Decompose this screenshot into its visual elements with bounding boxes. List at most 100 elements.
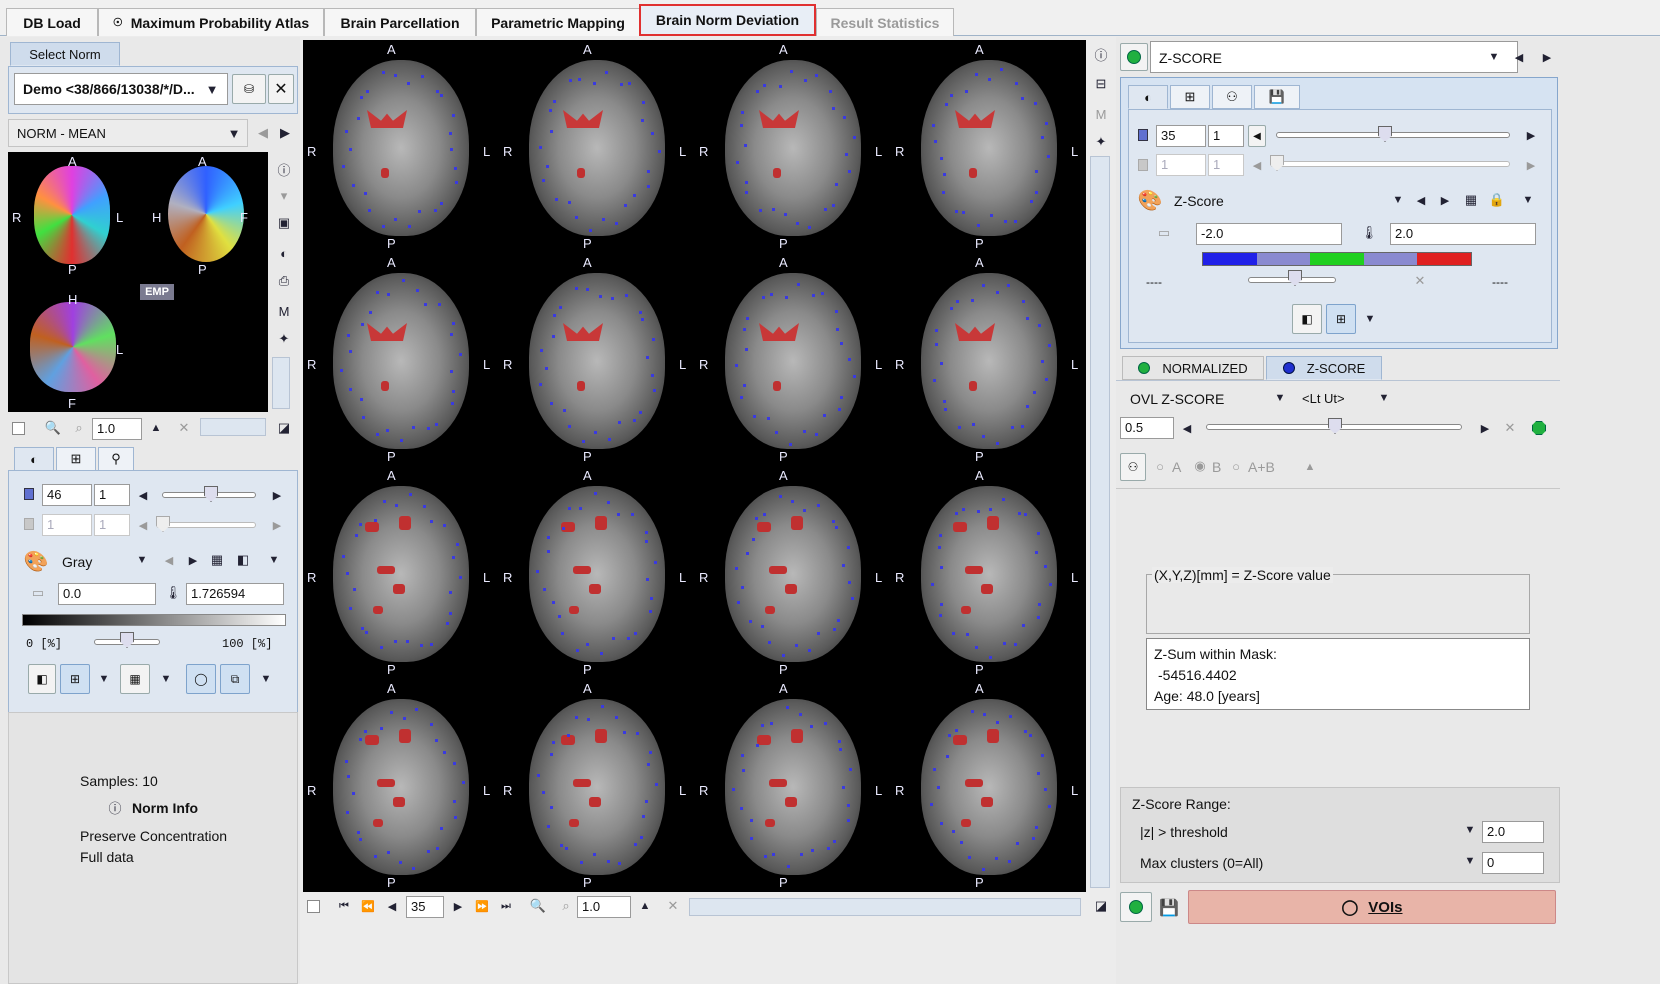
tab-layout-settings[interactable]: ⊞ [56, 447, 96, 471]
zoom-in-icon[interactable]: 🔍 [529, 897, 547, 915]
zoom-out-icon[interactable]: ⌕ [70, 419, 88, 437]
radio-a[interactable]: ○ [1152, 458, 1168, 474]
ovl-opacity-field[interactable]: 0.5 [1120, 417, 1174, 439]
chevron-down-icon[interactable]: ▼ [158, 671, 174, 687]
previous-arrow-icon[interactable]: ◀ [1512, 49, 1526, 65]
info-icon[interactable]: ⓘ [1090, 44, 1112, 64]
zoom-up-icon[interactable]: ▲ [637, 898, 653, 914]
slice-tile[interactable]: A P R L [891, 253, 1087, 466]
first-slice-icon[interactable]: ⏮ [337, 898, 351, 914]
previous-slice-icon[interactable]: ◀ [385, 898, 399, 914]
chevron-down-icon[interactable]: ▼ [1390, 192, 1406, 208]
slice-mosaic-viewer[interactable]: APRLAPRLAPRLAPRLAPRLAPRLAPRLAPRLAPRLAPRL… [303, 40, 1086, 892]
flip-button[interactable]: ◧ [28, 664, 56, 694]
next-slice-icon[interactable]: ▶ [451, 898, 465, 914]
horizontal-scrollbar[interactable] [200, 418, 266, 436]
tab-save-settings[interactable]: 💾 [1254, 85, 1300, 109]
slice-tile[interactable]: A P R L [695, 466, 891, 679]
slice-tile[interactable]: A P R L [891, 466, 1087, 679]
info-icon[interactable]: ⓘ [274, 159, 294, 179]
step-field[interactable]: 1 [94, 484, 130, 506]
chevron-down-icon[interactable]: ▼ [258, 671, 274, 687]
zoom-field[interactable]: 1.0 [92, 418, 142, 440]
previous-icon[interactable]: ◀ [1180, 420, 1194, 436]
slice-slider[interactable] [1276, 132, 1510, 138]
slice-tile[interactable]: A P R L [891, 679, 1087, 892]
lock-min-icon[interactable]: ▭ [28, 585, 48, 601]
next-arrow-icon[interactable]: ▶ [278, 125, 292, 141]
last-slice-icon[interactable]: ⏭ [499, 898, 513, 914]
previous-colormap-icon[interactable]: ◀ [162, 552, 176, 568]
thermometer-icon[interactable]: 🌡 [164, 582, 182, 604]
camera-icon[interactable]: ◧ [234, 551, 252, 569]
info-icon[interactable]: ⓘ [106, 798, 124, 816]
chevron-down-icon[interactable]: ▼ [266, 552, 282, 568]
chevron-down-icon[interactable]: ▼ [204, 81, 220, 97]
crop-button[interactable]: ⧉ [220, 664, 250, 694]
slice-tile[interactable]: A P R L [303, 679, 499, 892]
viewer-zoom-field[interactable]: 1.0 [577, 896, 631, 918]
chevron-down-icon[interactable]: ▼ [1272, 390, 1288, 406]
next-slice-icon[interactable]: ▶ [1524, 127, 1538, 143]
crosshair-icon[interactable]: ✦ [274, 329, 294, 349]
slice-tile[interactable]: A P R L [499, 466, 695, 679]
zoom-up-icon[interactable]: ▲ [148, 420, 164, 436]
grid-view-button[interactable]: ⊞ [1326, 304, 1356, 334]
tab-overlay-settings[interactable]: ⚇ [1212, 85, 1252, 109]
norm-info-link[interactable]: Norm Info [132, 800, 198, 816]
layout-icon[interactable]: ⊟ [1090, 74, 1112, 94]
green-status-icon[interactable] [1530, 419, 1548, 437]
slice-tile[interactable]: A P R L [303, 253, 499, 466]
max-value-field[interactable]: 2.0 [1390, 223, 1536, 245]
fast-back-icon[interactable]: ⏪ [361, 898, 375, 914]
fit-icon[interactable]: ◪ [1090, 896, 1112, 916]
marker-icon[interactable]: M [1090, 104, 1112, 124]
slice-field[interactable]: 46 [42, 484, 92, 506]
next-slice-icon[interactable]: ▶ [270, 487, 284, 503]
save-icon[interactable]: 💾 [1158, 897, 1180, 919]
zoom-in-icon[interactable]: 🔍 [44, 419, 62, 437]
series-status-button[interactable] [1120, 43, 1148, 71]
next-colormap-icon[interactable]: ▶ [186, 552, 200, 568]
slice-tile[interactable]: A P R L [499, 253, 695, 466]
zoom-out-icon[interactable]: ⌕ [557, 897, 575, 915]
lock-min-icon[interactable]: ▭ [1154, 225, 1174, 241]
slice-tile[interactable]: A P R L [695, 679, 891, 892]
flip-button[interactable]: ◧ [1292, 304, 1322, 334]
norm-database-button[interactable]: ⛁ [232, 74, 266, 104]
tab-maximum-probability-atlas[interactable]: ☉ Maximum Probability Atlas [98, 8, 324, 36]
arrow-down-icon[interactable]: ▾ [274, 187, 294, 205]
horizontal-scrollbar[interactable] [689, 898, 1081, 916]
tab-color-settings[interactable]: ◐ [14, 447, 54, 471]
collapse-icon[interactable]: ▲ [1302, 459, 1318, 475]
radio-b[interactable]: ◉ [1192, 458, 1208, 474]
previous-arrow-icon[interactable]: ◀ [256, 125, 270, 141]
max-value-field[interactable]: 1.726594 [186, 583, 284, 605]
threshold-field[interactable]: 2.0 [1482, 821, 1544, 843]
tab-tools-settings[interactable]: ⚲ [98, 447, 134, 471]
tab-layout-settings[interactable]: ⊞ [1170, 85, 1210, 109]
min-value-field[interactable]: 0.0 [58, 583, 156, 605]
grid-view-button[interactable]: ⊞ [60, 664, 90, 694]
chevron-down-icon[interactable]: ▼ [134, 552, 150, 568]
reset-zoom-icon[interactable]: ✕ [665, 898, 681, 914]
next-icon[interactable]: ▶ [1478, 420, 1492, 436]
thermometer-icon[interactable]: 🌡 [1360, 222, 1378, 244]
print-icon[interactable]: ⎙ [274, 271, 294, 291]
sync-checkbox[interactable] [12, 422, 25, 435]
slice-tile[interactable]: A P R L [695, 40, 891, 253]
viewer-slice-field[interactable]: 35 [406, 896, 444, 918]
chevron-down-icon[interactable]: ▼ [1462, 853, 1478, 869]
fit-icon[interactable]: ◪ [274, 419, 294, 437]
min-value-field[interactable]: -2.0 [1196, 223, 1342, 245]
next-colormap-icon[interactable]: ▶ [1438, 192, 1452, 208]
chevron-down-icon[interactable]: ▼ [96, 671, 112, 687]
crosshair-icon[interactable]: ✦ [1090, 132, 1112, 152]
chevron-down-icon[interactable]: ▼ [226, 125, 242, 141]
slice-tile[interactable]: A P R L [499, 679, 695, 892]
slice-tile[interactable]: A P R L [303, 40, 499, 253]
step-field[interactable]: 1 [1208, 125, 1244, 147]
lock-icon[interactable]: 🔒 [1488, 191, 1506, 209]
layout-icon[interactable]: ▣ [274, 213, 294, 233]
sync-checkbox[interactable] [307, 900, 320, 913]
